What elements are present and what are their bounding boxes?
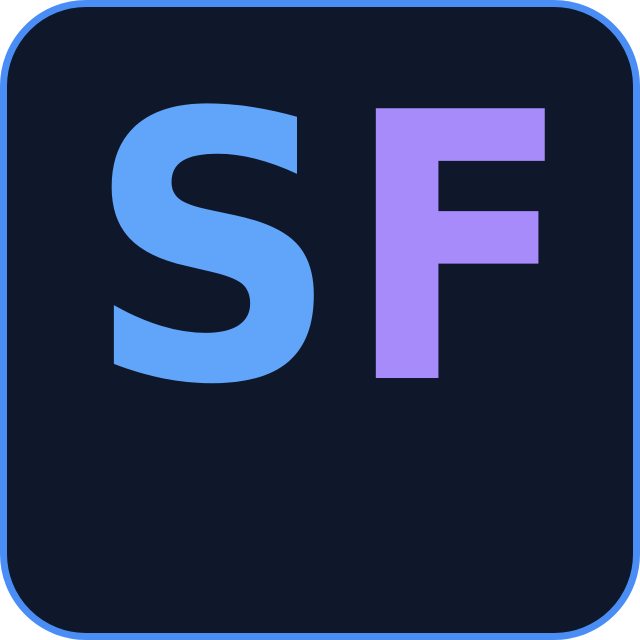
sf-monogram-logo: S F [86, 35, 572, 467]
logo-letter-s: S [86, 36, 339, 467]
logo-letter-f: F [345, 35, 572, 466]
